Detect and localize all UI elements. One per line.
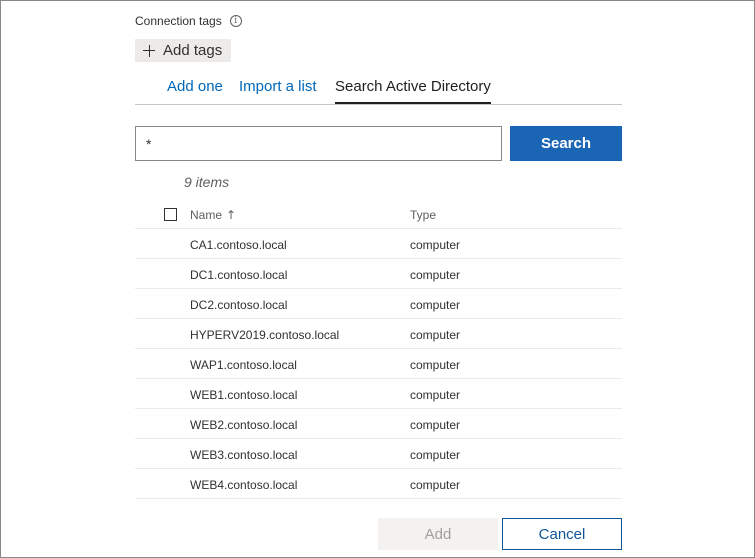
row-type: computer [410, 268, 461, 282]
table-header: Name ↑ Type [135, 200, 622, 229]
table-row[interactable]: HYPERV2019.contoso.local computer [135, 319, 622, 349]
connection-tags-label: Connection tags i [135, 14, 242, 28]
row-name: WAP1.contoso.local [190, 358, 297, 372]
row-type: computer [410, 388, 461, 402]
table-row[interactable]: DC2.contoso.local computer [135, 289, 622, 319]
sort-ascending-icon: ↑ [226, 208, 237, 222]
add-button[interactable]: Add [378, 518, 498, 550]
row-name: WEB1.contoso.local [190, 388, 298, 402]
dialog-panel: Connection tags i Add tags Add one Impor… [0, 0, 755, 558]
connection-tags-text: Connection tags [135, 14, 222, 28]
row-type: computer [410, 328, 461, 342]
row-type: computer [410, 418, 461, 432]
row-name: DC1.contoso.local [190, 268, 288, 282]
tab-add-one[interactable]: Add one [167, 78, 223, 95]
results-table: Name ↑ Type CA1.contoso.local computer D… [135, 200, 622, 499]
column-header-name-label: Name [190, 208, 223, 222]
tab-search-active-directory[interactable]: Search Active Directory [335, 78, 491, 104]
results-count: 9 items [184, 174, 230, 190]
add-tags-label: Add tags [163, 42, 223, 59]
column-header-name[interactable]: Name ↑ [190, 208, 236, 222]
tab-bar: Add one Import a list Search Active Dire… [135, 73, 622, 105]
table-row[interactable]: CA1.contoso.local computer [135, 229, 622, 259]
add-tags-button[interactable]: Add tags [135, 39, 232, 62]
table-row[interactable]: DC1.contoso.local computer [135, 259, 622, 289]
row-name: WEB2.contoso.local [190, 418, 298, 432]
plus-icon [143, 44, 155, 57]
table-row[interactable]: WEB4.contoso.local computer [135, 469, 622, 499]
row-type: computer [410, 448, 461, 462]
row-name: HYPERV2019.contoso.local [190, 328, 340, 342]
table-row[interactable]: WAP1.contoso.local computer [135, 349, 622, 379]
row-name: WEB4.contoso.local [190, 478, 298, 492]
search-input[interactable] [135, 126, 502, 161]
row-name: DC2.contoso.local [190, 298, 288, 312]
table-row[interactable]: WEB1.contoso.local computer [135, 379, 622, 409]
row-type: computer [410, 358, 461, 372]
table-row[interactable]: WEB2.contoso.local computer [135, 409, 622, 439]
table-row[interactable]: WEB3.contoso.local computer [135, 439, 622, 469]
row-name: CA1.contoso.local [190, 238, 287, 252]
info-icon[interactable]: i [229, 15, 242, 27]
row-name: WEB3.contoso.local [190, 448, 298, 462]
row-type: computer [410, 298, 461, 312]
column-header-type[interactable]: Type [410, 208, 436, 222]
search-button[interactable]: Search [510, 126, 622, 161]
row-type: computer [410, 478, 461, 492]
cancel-button[interactable]: Cancel [502, 518, 622, 550]
row-type: computer [410, 238, 461, 252]
tab-import-a-list[interactable]: Import a list [239, 78, 317, 95]
select-all-checkbox[interactable] [164, 208, 177, 221]
